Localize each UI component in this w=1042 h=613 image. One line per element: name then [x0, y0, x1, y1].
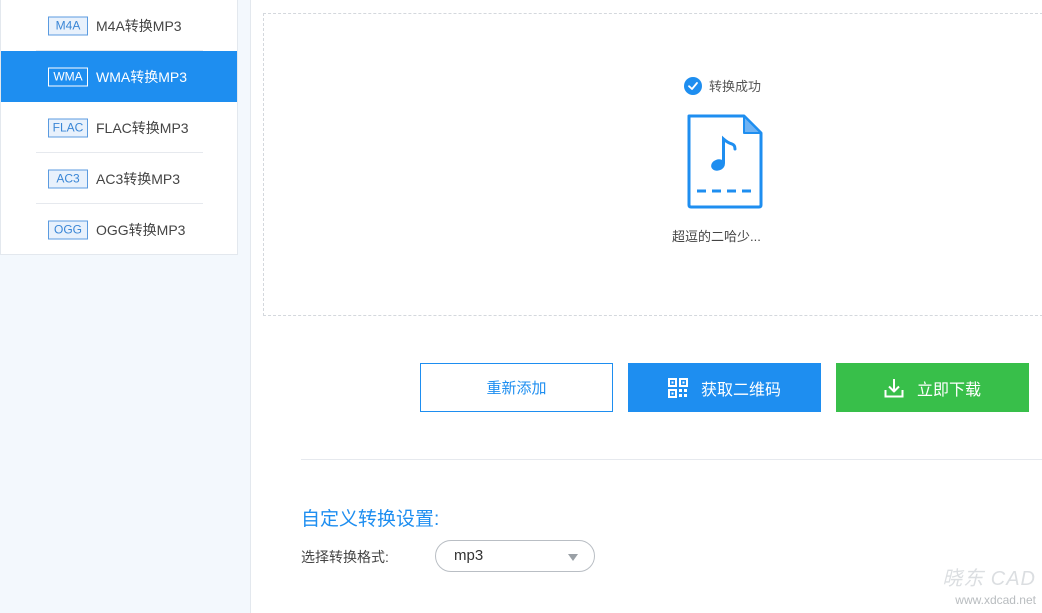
sidebar: M4A M4A转换MP3 WMA WMA转换MP3 FLAC FLAC转换MP3…: [0, 0, 238, 255]
sidebar-item-m4a[interactable]: M4A M4A转换MP3: [1, 0, 237, 51]
format-badge: FLAC: [48, 118, 88, 137]
section-divider: [301, 459, 1042, 460]
format-badge: M4A: [48, 16, 88, 35]
format-label: 选择转换格式:: [301, 549, 389, 565]
format-badge: AC3: [48, 169, 88, 188]
sidebar-item-label: OGG转换MP3: [96, 221, 186, 238]
qrcode-icon: [667, 377, 688, 398]
watermark-logo: 晓东 CAD: [942, 568, 1036, 590]
sidebar-item-label: AC3转换MP3: [96, 170, 181, 187]
chevron-down-icon: [568, 554, 578, 561]
sidebar-item-wma[interactable]: WMA WMA转换MP3: [1, 51, 237, 102]
sidebar-item-label: FLAC转换MP3: [96, 119, 189, 136]
sidebar-item-ac3[interactable]: AC3 AC3转换MP3: [1, 153, 237, 204]
watermark-url: www.xdcad.net: [955, 593, 1036, 607]
format-badge: OGG: [48, 220, 88, 239]
format-badge: WMA: [48, 67, 88, 86]
get-qrcode-button[interactable]: 获取二维码: [628, 363, 821, 412]
get-qrcode-label: 获取二维码: [700, 381, 781, 399]
readd-button-label: 重新添加: [486, 380, 547, 397]
sidebar-item-label: M4A转换MP3: [96, 17, 182, 34]
music-file-icon: [686, 113, 764, 215]
format-select-value: mp3: [454, 547, 484, 564]
download-label: 立即下载: [916, 381, 981, 399]
download-icon: [884, 378, 904, 398]
sidebar-item-flac[interactable]: FLAC FLAC转换MP3: [1, 102, 237, 153]
sidebar-item-ogg[interactable]: OGG OGG转换MP3: [1, 204, 237, 255]
conversion-status: 转换成功: [684, 76, 761, 95]
download-button[interactable]: 立即下载: [836, 363, 1029, 412]
format-select[interactable]: mp3: [435, 540, 595, 572]
watermark: 晓东 CAD www.xdcad.net: [936, 562, 1036, 607]
result-dropzone: [263, 13, 1042, 316]
status-text: 转换成功: [709, 79, 762, 94]
sidebar-item-label: WMA转换MP3: [96, 68, 187, 85]
readd-button[interactable]: 重新添加: [420, 363, 613, 412]
file-name: 超逗的二哈少...: [672, 229, 761, 244]
check-circle-icon: [684, 76, 702, 95]
custom-settings-title: 自定义转换设置:: [301, 509, 440, 530]
